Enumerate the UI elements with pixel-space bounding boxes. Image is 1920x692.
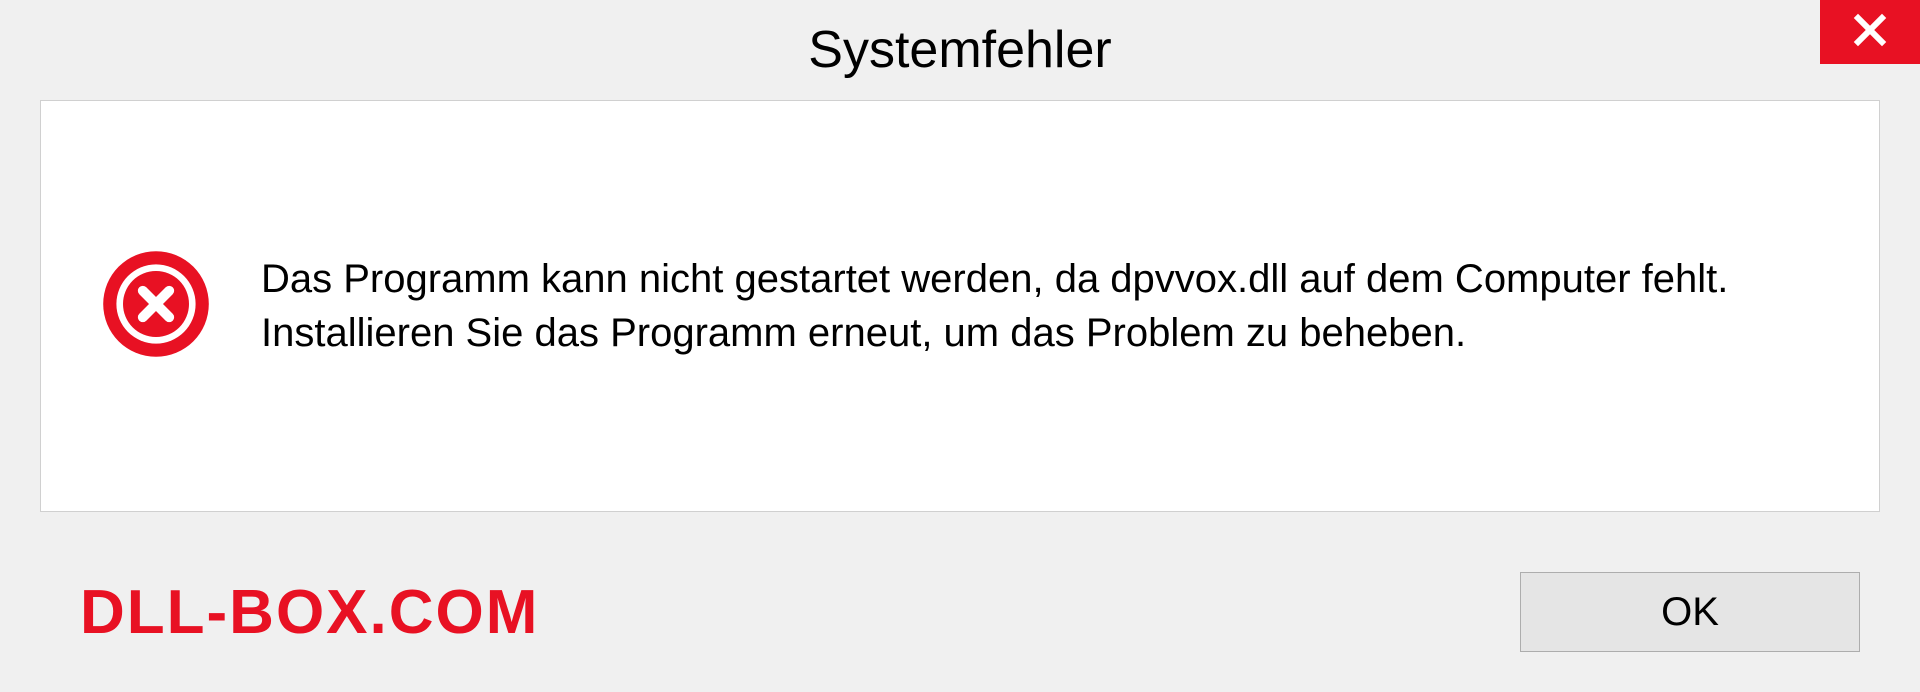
error-message: Das Programm kann nicht gestartet werden… xyxy=(261,252,1799,360)
ok-button[interactable]: OK xyxy=(1520,572,1860,652)
error-icon xyxy=(101,249,211,364)
close-icon xyxy=(1852,12,1888,53)
dialog-footer: DLL-BOX.COM OK xyxy=(0,532,1920,692)
watermark-text: DLL-BOX.COM xyxy=(80,577,539,648)
titlebar: Systemfehler xyxy=(0,0,1920,100)
dialog-title: Systemfehler xyxy=(808,20,1111,80)
content-panel: Das Programm kann nicht gestartet werden… xyxy=(40,100,1880,512)
close-button[interactable] xyxy=(1820,0,1920,64)
error-dialog: Systemfehler Das Programm kann nicht ges… xyxy=(0,0,1920,692)
